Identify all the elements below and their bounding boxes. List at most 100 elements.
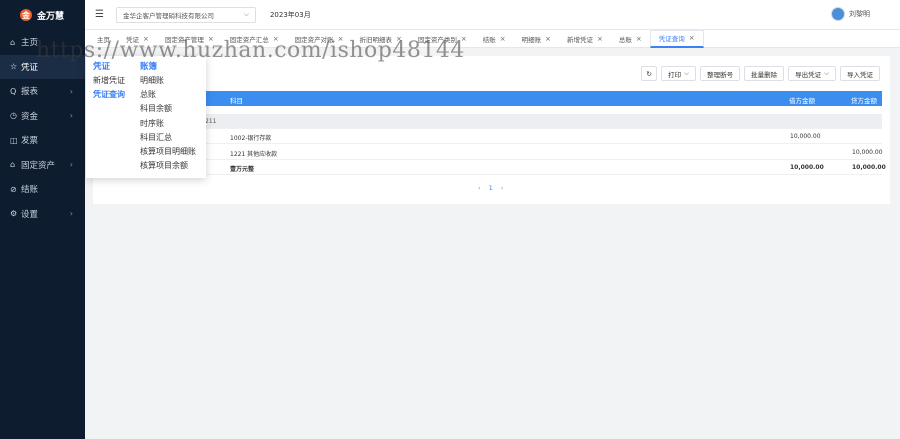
tab-label: 固定资产类别 bbox=[417, 35, 457, 44]
tab-voucher[interactable]: 凭证 × bbox=[118, 30, 157, 48]
chevron-down-icon: ⌵ bbox=[824, 69, 829, 77]
top-bar: ☰ 金华企客户管理硝科技有限公司 ⌵ 2023年03月 刘黎明 bbox=[85, 0, 900, 30]
refresh-icon: ↻ bbox=[646, 69, 652, 78]
sidebar-item-home[interactable]: ⌂ 主页 bbox=[0, 30, 85, 55]
close-icon[interactable]: × bbox=[143, 35, 149, 43]
tab-voucher-query[interactable]: 凭证查询 × bbox=[649, 29, 704, 48]
voucher-query-panel: ↻ 打印 ⌵ 整理断号 批量删除 导出凭证 ⌵ 导入凭证 科目 借方金额 贷方金额 … bbox=[93, 56, 890, 204]
close-icon[interactable]: × bbox=[273, 35, 279, 43]
app-logo: 金 金万慧 bbox=[0, 0, 85, 30]
header-subject: 科目 bbox=[230, 97, 243, 105]
user-menu[interactable]: 刘黎明 bbox=[831, 7, 870, 21]
company-select[interactable]: 金华企客户管理硝科技有限公司 ⌵ bbox=[115, 6, 256, 23]
sidebar: 金 金万慧 ⌂ 主页 ☆ 凭证 Q 报表 › ◷ 资金 › ◫ 发票 ⌂ 固定资… bbox=[0, 0, 85, 439]
menu-item-general-ledger[interactable]: 总账 bbox=[140, 89, 196, 103]
close-icon[interactable]: × bbox=[597, 35, 603, 43]
menu-item-voucher-query[interactable]: 凭证查询 bbox=[93, 89, 125, 103]
sidebar-item-label: 凭证 bbox=[21, 62, 39, 73]
reorder-numbers-button[interactable]: 整理断号 bbox=[700, 66, 741, 81]
sidebar-item-label: 资金 bbox=[21, 111, 39, 122]
sidebar-item-reports[interactable]: Q 报表 › bbox=[0, 79, 85, 104]
sidebar-item-label: 设置 bbox=[21, 209, 39, 220]
print-button[interactable]: 打印 ⌵ bbox=[661, 66, 697, 81]
close-icon[interactable]: × bbox=[461, 35, 467, 43]
sidebar-item-closing[interactable]: ⊘ 结账 bbox=[0, 177, 85, 202]
batch-delete-button[interactable]: 批量删除 bbox=[744, 66, 785, 81]
row-debit: 10,000.00 bbox=[790, 133, 821, 140]
tab-label: 固定资产管理 bbox=[164, 35, 204, 44]
sidebar-item-label: 主页 bbox=[21, 38, 39, 49]
close-icon[interactable]: × bbox=[500, 35, 506, 43]
sidebar-item-label: 结账 bbox=[21, 185, 39, 196]
sidebar-item-funds[interactable]: ◷ 资金 › bbox=[0, 104, 85, 129]
total-label: 壹万元整 bbox=[230, 166, 255, 173]
tab-general-ledger[interactable]: 总账 × bbox=[611, 30, 650, 48]
tab-new-voucher[interactable]: 新增凭证 × bbox=[559, 30, 611, 48]
tab-fixed-asset-category[interactable]: 固定资产类别 × bbox=[410, 30, 475, 48]
sidebar-item-label: 固定资产 bbox=[21, 160, 56, 171]
tab-label: 新增凭证 bbox=[567, 35, 593, 44]
tab-depreciation-detail[interactable]: 折旧明细表 × bbox=[352, 30, 410, 48]
header-debit: 借方金额 bbox=[789, 97, 815, 105]
sidebar-item-voucher[interactable]: ☆ 凭证 bbox=[0, 54, 85, 79]
building-icon: ⌂ bbox=[10, 160, 16, 170]
toolbar: ↻ 打印 ⌵ 整理断号 批量删除 导出凭证 ⌵ 导入凭证 bbox=[641, 66, 880, 81]
chevron-down-icon: ⌵ bbox=[684, 69, 690, 77]
menu-item-account-balance[interactable]: 科目余额 bbox=[140, 103, 196, 117]
close-icon[interactable]: × bbox=[396, 35, 402, 43]
tab-fixed-asset-summary[interactable]: 固定资产汇总 × bbox=[222, 30, 287, 48]
tab-fixed-asset-management[interactable]: 固定资产管理 × bbox=[157, 30, 222, 48]
menu-item-account-summary[interactable]: 科目汇总 bbox=[140, 132, 196, 146]
tab-label: 凭证 bbox=[126, 35, 139, 44]
chevron-right-icon: › bbox=[69, 209, 73, 219]
menu-item-detail-ledger[interactable]: 明细账 bbox=[140, 75, 196, 89]
chevron-right-icon: › bbox=[69, 86, 73, 96]
close-icon[interactable]: × bbox=[208, 35, 214, 43]
chevron-right-icon: › bbox=[69, 160, 73, 170]
row-subject: 1002-银行存款 bbox=[230, 135, 272, 142]
close-icon[interactable]: × bbox=[689, 34, 695, 42]
export-button[interactable]: 导出凭证 ⌵ bbox=[788, 66, 836, 81]
tab-closing[interactable]: 结账 × bbox=[475, 30, 514, 48]
tab-home[interactable]: 主页 bbox=[89, 30, 118, 48]
tab-label: 结账 bbox=[482, 35, 496, 44]
menu-item-new-voucher[interactable]: 新增凭证 bbox=[93, 75, 125, 89]
sidebar-item-label: 发票 bbox=[21, 136, 39, 147]
tab-bar: 主页 凭证 × 固定资产管理 × 固定资产汇总 × 固定资产对账 × 折旧明细表 × 固定… bbox=[85, 29, 900, 48]
page-1-button[interactable]: 1 bbox=[489, 184, 493, 192]
chevron-right-icon: › bbox=[69, 111, 73, 121]
user-name: 刘黎明 bbox=[849, 10, 870, 18]
row-credit: 10,000.00 bbox=[852, 149, 883, 156]
table-row[interactable]: 1002-银行存款 10,000.00 bbox=[93, 129, 882, 144]
menu-item-chronological-ledger[interactable]: 时序账 bbox=[140, 118, 196, 132]
menu-item-aux-balance[interactable]: 核算项目余额 bbox=[140, 160, 196, 174]
pagination: ‹ 1 › bbox=[478, 184, 503, 192]
sidebar-item-invoice[interactable]: ◫ 发票 bbox=[0, 128, 85, 153]
voucher-group-row[interactable]: 211 bbox=[93, 114, 882, 129]
tab-label: 总账 bbox=[618, 35, 632, 44]
period-label[interactable]: 2023年03月 bbox=[270, 10, 311, 20]
menu-toggle-icon[interactable]: ☰ bbox=[95, 9, 104, 20]
close-icon[interactable]: × bbox=[338, 35, 344, 43]
tab-detail-ledger[interactable]: 明细账 × bbox=[514, 30, 559, 48]
menu-item-aux-detail-ledger[interactable]: 核算项目明细账 bbox=[140, 146, 196, 160]
tab-label: 折旧明细表 bbox=[359, 35, 393, 44]
total-credit: 10,000.00 bbox=[852, 164, 886, 171]
sidebar-item-fixed-assets[interactable]: ⌂ 固定资产 › bbox=[0, 153, 85, 178]
sidebar-item-settings[interactable]: ⚙ 设置 › bbox=[0, 202, 85, 227]
closing-icon: ⊘ bbox=[10, 184, 17, 194]
tab-fixed-asset-reconcile[interactable]: 固定资产对账 × bbox=[287, 30, 352, 48]
import-button[interactable]: 导入凭证 bbox=[840, 66, 880, 81]
table-row[interactable]: 1221 其他应收款 10,000.00 bbox=[93, 145, 883, 160]
invoice-icon: ◫ bbox=[10, 135, 18, 145]
refresh-button[interactable]: ↻ bbox=[641, 66, 658, 81]
close-icon[interactable]: × bbox=[636, 35, 642, 43]
tab-label: 主页 bbox=[97, 35, 110, 44]
reorder-label: 整理断号 bbox=[707, 70, 734, 79]
close-icon[interactable]: × bbox=[545, 35, 551, 43]
sidebar-item-label: 报表 bbox=[21, 87, 39, 98]
next-page-button[interactable]: › bbox=[501, 184, 504, 192]
prev-page-button[interactable]: ‹ bbox=[478, 184, 481, 192]
header-credit: 贷方金额 bbox=[851, 97, 877, 105]
home-icon: ⌂ bbox=[10, 37, 16, 47]
